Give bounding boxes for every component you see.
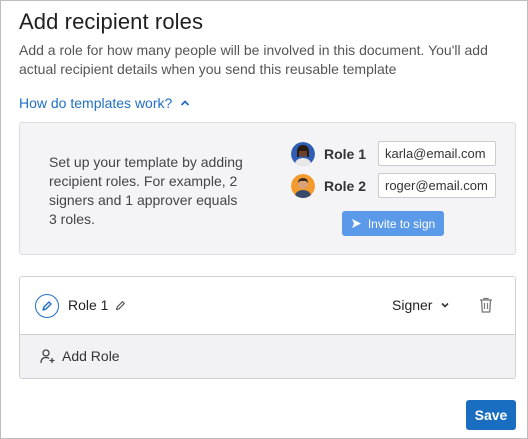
role-type-value: Signer: [392, 297, 433, 313]
example-invite-button: Invite to sign: [342, 211, 444, 236]
templates-info-text: Set up your template by adding recipient…: [49, 154, 243, 227]
example-role-row: Role 2 roger@email.com: [291, 173, 496, 198]
example-role-label: Role 2: [324, 177, 367, 194]
roles-list: Role 1 Signer Add Role: [19, 276, 516, 379]
send-icon: [351, 219, 361, 228]
add-role-label: Add Role: [62, 348, 120, 364]
role-name: Role 1: [68, 297, 109, 313]
example-email-field: roger@email.com: [378, 173, 496, 198]
avatar: [291, 173, 315, 198]
signer-pen-icon: [35, 294, 59, 318]
example-role-label: Role 1: [324, 145, 367, 162]
add-person-icon: [40, 349, 55, 364]
example-role-row: Role 1 karla@email.com: [291, 141, 496, 166]
trash-icon[interactable]: [478, 296, 494, 314]
how-templates-work-label: How do templates work?: [19, 95, 173, 111]
dialog-description: Add a role for how many people will be i…: [19, 42, 488, 77]
avatar: [291, 141, 315, 166]
pencil-icon[interactable]: [115, 300, 126, 311]
chevron-up-icon: [181, 100, 190, 106]
example-email-field: karla@email.com: [378, 141, 496, 166]
dialog-title: Add recipient roles: [19, 9, 204, 34]
how-templates-work-toggle[interactable]: How do templates work?: [19, 95, 190, 111]
role-type-dropdown[interactable]: Signer: [392, 297, 450, 313]
add-role-button[interactable]: Add Role: [40, 348, 120, 364]
chevron-down-icon: [441, 302, 450, 308]
save-button[interactable]: Save: [466, 400, 516, 430]
role-row: Role 1 Signer: [20, 277, 515, 335]
invite-label: Invite to sign: [367, 216, 436, 231]
dialog: Add recipient roles Add a role for how m…: [0, 0, 528, 439]
add-role-row: Add Role: [20, 335, 515, 378]
role-name-edit[interactable]: Role 1: [68, 297, 126, 313]
templates-info-panel: Set up your template by adding recipient…: [19, 122, 516, 255]
